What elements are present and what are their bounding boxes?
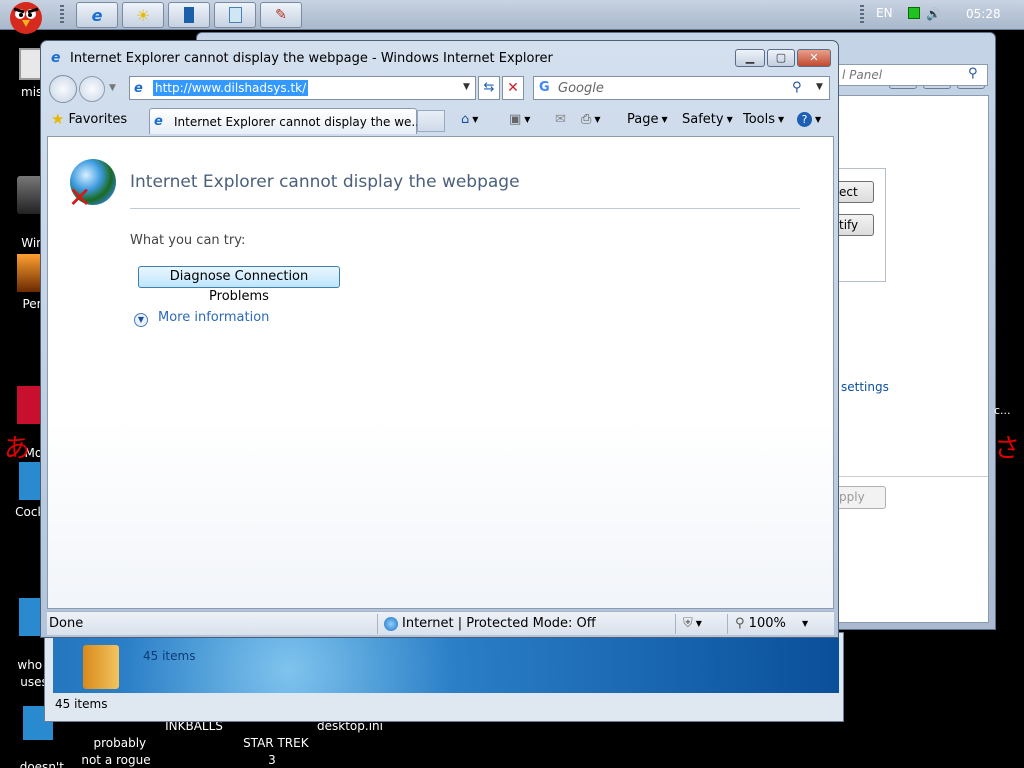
search-placeholder: l Panel [842, 68, 883, 82]
start-bird-icon[interactable] [0, 0, 50, 34]
more-information-link[interactable]: More information [158, 310, 269, 325]
window-title: Internet Explorer cannot display the web… [70, 51, 553, 66]
apply-button[interactable]: pply [836, 486, 886, 509]
language-indicator[interactable]: EN [876, 6, 893, 20]
feeds-button[interactable]: ▣ ▼ [509, 112, 530, 127]
tab-label: Internet Explorer cannot display the we.… [174, 115, 423, 129]
taskbar-book-button[interactable] [168, 2, 210, 28]
divider [130, 208, 800, 209]
address-text[interactable]: http://www.dilshadsys.tk/ [153, 80, 309, 96]
mail-button[interactable]: ✉ [555, 112, 566, 127]
new-tab-button[interactable] [417, 110, 445, 132]
globe-icon [384, 616, 398, 631]
desktop-overlay-text: さ [994, 434, 1021, 464]
search-box[interactable]: G Google ⚲ ▼ [533, 76, 830, 100]
try-label: What you can try: [130, 233, 246, 248]
zoom-icon: ⚲ [735, 616, 745, 631]
connect-button[interactable]: ect [836, 181, 874, 203]
security-zone[interactable]: Internet | Protected Mode: Off [384, 616, 596, 631]
error-title: Internet Explorer cannot display the web… [130, 172, 520, 192]
notepad-icon [228, 7, 242, 23]
star-icon: ★ [51, 110, 65, 128]
address-bar[interactable]: e http://www.dilshadsys.tk/ ▼ [129, 76, 476, 100]
mail-icon: ✉ [555, 112, 566, 127]
tab-current[interactable]: e Internet Explorer cannot display the w… [149, 108, 423, 134]
ie-icon: e [91, 5, 103, 25]
help-button[interactable]: ? ▼ [797, 112, 821, 127]
identify-button[interactable]: tify [836, 214, 874, 236]
search-options-dropdown[interactable]: ▼ [816, 82, 823, 92]
paint-icon: ✎ [275, 7, 287, 23]
divider [675, 614, 676, 634]
error-x-icon: ✕ [68, 181, 92, 214]
help-icon: ? [797, 112, 812, 127]
desktop-icon[interactable]: probably not a rogue [78, 718, 154, 768]
book-icon [184, 7, 194, 23]
sun-icon: ☀ [135, 5, 151, 25]
tools-menu[interactable]: Tools ▼ [743, 112, 784, 127]
explorer-banner: 45 items [53, 637, 839, 693]
taskbar-app-button[interactable]: ☀ [122, 2, 164, 28]
maximize-button[interactable]: ▢ [767, 49, 795, 67]
taskbar-paint-button[interactable]: ✎ [260, 2, 302, 28]
settings-link[interactable]: settings [841, 380, 889, 394]
network-icon[interactable] [908, 7, 920, 19]
status-text: Done [49, 616, 84, 631]
volume-icon[interactable]: 🔊 [926, 7, 941, 21]
forward-button[interactable] [79, 76, 105, 102]
print-icon: ⎙ [581, 112, 592, 127]
overflow-text: c... [994, 404, 1011, 417]
search-icon[interactable]: ⚲ [792, 80, 802, 95]
page-menu[interactable]: Page ▼ [627, 112, 668, 127]
recent-pages-dropdown[interactable]: ▼ [109, 83, 116, 93]
desktop-icon[interactable]: STAR TREK 3 [234, 718, 310, 768]
close-button[interactable]: ✕ [797, 49, 831, 67]
item-count-label: 45 items [143, 649, 196, 663]
home-icon: ⌂ [461, 112, 470, 127]
command-bar: ★ Favorites e Internet Explorer cannot d… [47, 106, 832, 134]
search-icon[interactable]: ⚲ [968, 66, 978, 81]
shield-icon: ⛨ [683, 616, 693, 631]
page-icon: e [134, 81, 143, 96]
ie-window[interactable]: e Internet Explorer cannot display the w… [40, 40, 839, 638]
tray-grip [860, 5, 864, 25]
back-button[interactable] [49, 75, 77, 103]
safety-menu[interactable]: Safety ▼ [682, 112, 733, 127]
ie-icon: e [154, 114, 163, 129]
stop-button[interactable]: ✕ [502, 76, 524, 100]
explorer-window[interactable]: 45 items 45 items [44, 632, 844, 722]
divider [377, 614, 378, 634]
home-button[interactable]: ⌂ ▼ [461, 112, 478, 127]
search-placeholder: Google [558, 81, 604, 96]
divider [727, 614, 728, 634]
clock[interactable]: 05:28 [966, 7, 1001, 21]
ie-icon: e [51, 50, 61, 66]
taskbar: e ☀ ✎ EN 🔊 05:28 [0, 0, 1024, 34]
taskbar-ie-button[interactable]: e [76, 2, 118, 28]
zoom-button[interactable]: ⚲ 100% [735, 616, 786, 631]
folder-icon [83, 645, 119, 689]
protected-mode-button[interactable]: ⛨ ▼ [683, 616, 702, 631]
divider [838, 476, 988, 477]
taskbar-grip[interactable] [60, 5, 64, 25]
address-dropdown-icon[interactable]: ▼ [463, 82, 470, 92]
status-item-count: 45 items [55, 697, 108, 711]
desktop-overlay-text: あ [4, 434, 31, 464]
taskbar-notepad-button[interactable] [214, 2, 256, 28]
minimize-button[interactable]: ▁ [735, 49, 765, 67]
rss-icon: ▣ [509, 112, 522, 127]
print-button[interactable]: ⎙ ▼ [581, 112, 601, 127]
diagnose-button[interactable]: Diagnose Connection Problems [138, 266, 340, 304]
status-bar: Done Internet | Protected Mode: Off ⛨ ▼ ⚲… [47, 611, 834, 635]
chevron-down-icon[interactable]: ▼ [134, 313, 148, 327]
page-content: ✕ Internet Explorer cannot display the w… [47, 136, 834, 609]
refresh-button[interactable]: ⇆ [478, 76, 500, 100]
google-icon: G [539, 80, 550, 95]
favorites-button[interactable]: ★ Favorites [51, 110, 127, 128]
zoom-dropdown[interactable]: ▼ [799, 616, 808, 631]
